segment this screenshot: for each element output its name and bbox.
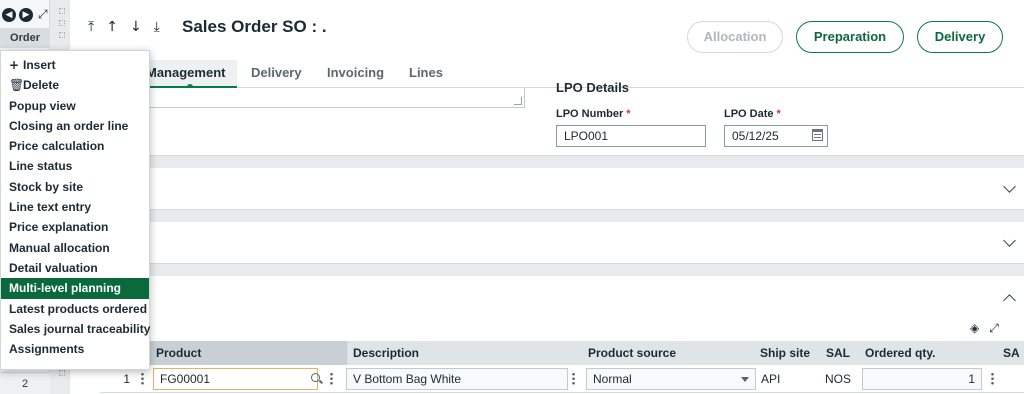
chevron-down-icon[interactable] (1003, 234, 1016, 247)
required-mark: * (626, 108, 631, 120)
menu-item-assignments[interactable]: Assignments (1, 339, 149, 359)
comment-textarea[interactable] (100, 88, 525, 108)
col-ordered-qty[interactable]: Ordered qty. (859, 341, 999, 365)
ordered-qty-input[interactable]: 1 (862, 368, 982, 390)
menu-item-closing-order-line[interactable]: Closing an order line (1, 116, 149, 136)
panel-nav: ◀ ▶ ⤢ (2, 7, 48, 22)
product-input[interactable]: FG00001 (153, 368, 318, 390)
menu-item-detail-valuation[interactable]: Detail valuation (1, 258, 149, 278)
menu-item-insert[interactable]: + Insert (1, 55, 149, 75)
menu-item-manual-allocation[interactable]: Manual allocation (1, 238, 149, 258)
tab-lines[interactable]: Lines (409, 60, 443, 88)
expand-icon[interactable]: ⤢ (38, 7, 48, 22)
last-record-icon[interactable]: ⤓ (154, 19, 160, 35)
menu-item-line-status[interactable]: Line status (1, 156, 149, 176)
chevron-right-circle-icon[interactable]: ▶ (19, 7, 33, 22)
chevron-left-circle-icon[interactable]: ◀ (2, 7, 16, 22)
product-source-select[interactable]: Normal (586, 368, 756, 390)
layers-icon[interactable]: ◈ (970, 321, 979, 336)
tab-delivery[interactable]: Delivery (251, 60, 302, 88)
col-sal[interactable]: SAL (820, 341, 860, 365)
dropdown-arrow-icon[interactable] (741, 377, 749, 382)
left-row-number: 2 (0, 372, 50, 394)
menu-item-multi-level-planning[interactable]: Multi-level planning (1, 278, 149, 299)
grid-toolbar: ◈ ⤢ (970, 321, 999, 336)
menu-item-price-explanation[interactable]: Price explanation (1, 217, 149, 237)
menu-item-line-text-entry[interactable]: Line text entry (1, 197, 149, 217)
required-mark: * (776, 108, 781, 120)
row-menu-icon[interactable] (141, 372, 144, 385)
col-sa[interactable]: SA (997, 341, 1024, 365)
menu-item-latest-products-ordered[interactable]: Latest products ordered (1, 299, 149, 319)
product-menu-icon[interactable] (330, 372, 333, 385)
description-menu-icon[interactable] (572, 372, 575, 385)
tab-management[interactable]: Management (146, 60, 238, 90)
lpo-number-input[interactable]: LPO001 (556, 125, 706, 147)
chevron-up-icon[interactable] (1003, 294, 1016, 307)
menu-item-stock-by-site[interactable]: Stock by site (1, 177, 149, 197)
tab-bar: Management Delivery Invoicing Lines (70, 60, 1024, 90)
lpo-number-label: LPO Number * (556, 108, 631, 120)
qty-menu-icon[interactable] (991, 372, 994, 385)
menu-item-popup-view[interactable]: Popup view (1, 96, 149, 116)
next-record-icon[interactable]: ↓ (130, 19, 142, 35)
order-menu-button[interactable]: Order (0, 28, 50, 48)
search-icon[interactable] (311, 373, 320, 382)
management-section: LPO Details LPO Number * LPO001 LPO Date *… (70, 80, 1024, 156)
first-record-icon[interactable]: ⤒ (88, 19, 94, 35)
order-context-menu: + Insert 🗑Delete Popup view Closing an or… (0, 50, 150, 370)
lpo-details-heading: LPO Details (556, 80, 629, 92)
record-navigation: ⤒ ↑ ↓ ⤓ (88, 19, 160, 35)
previous-record-icon[interactable]: ↑ (106, 19, 118, 35)
description-input[interactable]: V Bottom Bag White (346, 368, 568, 390)
col-description[interactable]: Description (346, 341, 586, 365)
table-row[interactable]: 1 FG00001 V Bottom Bag White Normal API … (100, 365, 1024, 393)
collapsible-section-2[interactable]: ng (70, 222, 1024, 264)
menu-item-sales-journal-traceability[interactable]: Sales journal traceability (1, 319, 150, 339)
row-number: 1 (123, 372, 130, 386)
lpo-date-input[interactable]: 05/12/25 (724, 125, 828, 147)
fullscreen-icon[interactable]: ⤢ (989, 321, 999, 336)
tab-invoicing[interactable]: Invoicing (327, 60, 384, 88)
trash-icon: 🗑 (9, 78, 25, 93)
lpo-date-label: LPO Date * (724, 108, 781, 120)
allocation-button[interactable]: Allocation (687, 21, 783, 53)
col-ship-site[interactable]: Ship site (754, 341, 820, 365)
menu-item-price-calculation[interactable]: Price calculation (1, 136, 149, 156)
menu-item-delete[interactable]: 🗑Delete (1, 75, 149, 95)
ship-site-value: API (761, 372, 781, 386)
sal-value: NOS (825, 372, 852, 386)
plus-icon: + (9, 58, 20, 72)
col-product-source[interactable]: Product source (582, 341, 754, 365)
page-title: Sales Order SO : . (182, 17, 327, 36)
chevron-down-icon[interactable] (1003, 180, 1016, 193)
col-product[interactable]: Product (150, 341, 346, 365)
grid-header: Product Description Product source Ship … (100, 341, 1024, 365)
delivery-button[interactable]: Delivery (917, 21, 1003, 53)
app-window: ◀ ▶ ⤢ Order 2 ⤒ ↑ ↓ ⤓ Sales Order SO : .… (0, 0, 1024, 394)
collapsible-section-1[interactable]: y (70, 168, 1024, 210)
preparation-button[interactable]: Preparation (796, 21, 904, 53)
calendar-icon[interactable] (812, 129, 823, 141)
page-header: ⤒ ↑ ↓ ⤓ Sales Order SO : . Allocation Pr… (70, 0, 1024, 60)
